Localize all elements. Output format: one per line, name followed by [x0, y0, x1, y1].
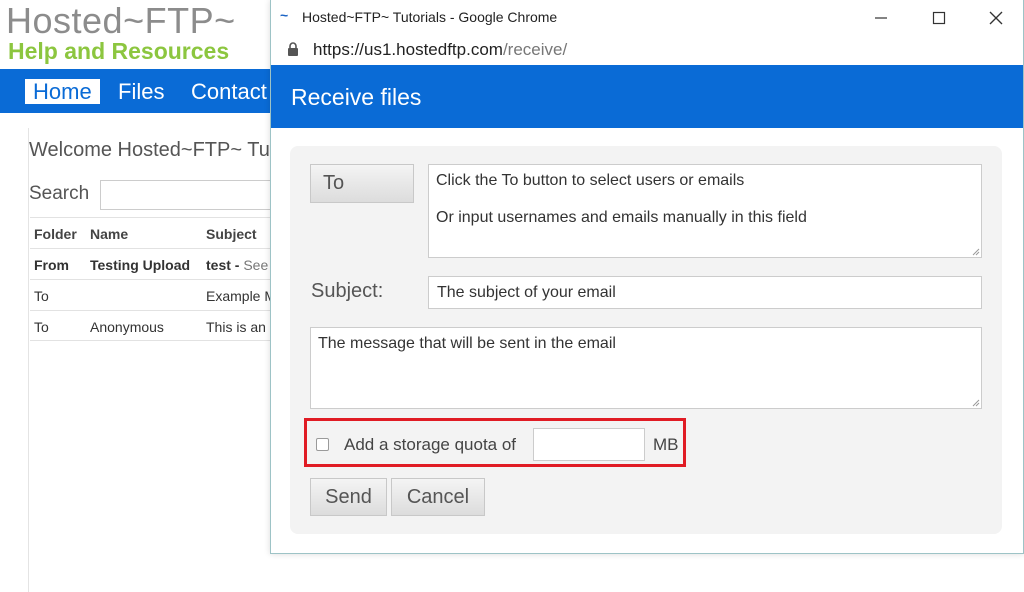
cell-folder: From — [34, 257, 69, 273]
window-title: Hosted~FTP~ Tutorials - Google Chrome — [302, 9, 558, 25]
maximize-button[interactable] — [910, 0, 968, 35]
receive-form: To Click the To button to select users o… — [290, 146, 1002, 534]
dialog-header: Receive files — [271, 65, 1023, 128]
table-row[interactable]: To Anonymous This is an — [30, 310, 280, 341]
cell-name: Testing Upload — [90, 257, 191, 273]
search-input[interactable] — [100, 180, 280, 210]
message-placeholder: The message that will be sent in the ema… — [318, 335, 616, 352]
storage-quota-unit: MB — [653, 435, 679, 454]
header-subject: Subject — [206, 226, 257, 242]
resize-handle-icon[interactable] — [971, 247, 980, 256]
chrome-popup-window: ~ Hosted~FTP~ Tutorials - Google Chrome … — [270, 0, 1024, 554]
send-button[interactable]: Send — [310, 478, 387, 516]
nav-home[interactable]: Home — [25, 79, 100, 104]
logo-title: Hosted~FTP~ — [6, 0, 236, 41]
storage-quota-label: Add a storage quota of — [344, 435, 517, 454]
url-text[interactable]: https://us1.hostedftp.com/receive/ — [313, 40, 567, 60]
header-folder: Folder — [34, 226, 77, 242]
recipients-placeholder-line1: Click the To button to select users or e… — [436, 172, 745, 189]
site-logo[interactable]: Hosted~FTP~ Help and Resources — [6, 0, 236, 64]
site-favicon-icon: ~ — [280, 7, 289, 23]
close-button[interactable] — [967, 0, 1024, 35]
subject-input[interactable]: The subject of your email — [428, 276, 982, 309]
recipients-placeholder-line2: Or input usernames and emails manually i… — [436, 209, 807, 226]
cell-folder: To — [34, 288, 49, 304]
address-bar[interactable]: https://us1.hostedftp.com/receive/ — [271, 35, 1023, 65]
welcome-text: Welcome Hosted~FTP~ Tu — [29, 139, 270, 161]
storage-quota-checkbox[interactable] — [316, 438, 329, 451]
nav-files[interactable]: Files — [118, 79, 164, 104]
search-label: Search — [29, 183, 90, 204]
maximize-icon — [932, 11, 946, 25]
minimize-button[interactable] — [852, 0, 910, 35]
cell-subject: This is an — [206, 319, 266, 335]
to-button[interactable]: To — [310, 164, 414, 203]
message-field[interactable]: The message that will be sent in the ema… — [310, 327, 982, 409]
cell-folder: To — [34, 319, 49, 335]
lock-icon — [288, 42, 298, 56]
screen: Hosted~FTP~ Help and Resources Home File… — [0, 0, 1024, 592]
url-host: https://us1.hostedftp.com — [313, 40, 503, 59]
cell-subject: Example M — [206, 288, 276, 304]
cell-subject: test - See — [206, 257, 276, 273]
recipients-field[interactable]: Click the To button to select users or e… — [428, 164, 982, 258]
resize-handle-icon[interactable] — [971, 398, 980, 407]
table-row[interactable]: To Example M — [30, 279, 280, 310]
window-titlebar[interactable]: ~ Hosted~FTP~ Tutorials - Google Chrome — [271, 0, 1023, 35]
logo-subtitle: Help and Resources — [8, 38, 230, 64]
table-header-row: Folder Name Subject — [30, 217, 280, 248]
nav-contact[interactable]: Contact — [191, 79, 267, 104]
cancel-button[interactable]: Cancel — [391, 478, 485, 516]
close-icon — [989, 11, 1003, 25]
cell-subject-bold: test - — [206, 257, 244, 273]
cell-subject-rest: See — [243, 257, 269, 273]
storage-quota-input[interactable] — [533, 428, 645, 461]
dialog-title: Receive files — [291, 84, 422, 110]
table-row[interactable]: From Testing Upload test - See — [30, 248, 280, 279]
subject-label: Subject: — [311, 280, 384, 302]
header-name: Name — [90, 226, 129, 242]
url-path: /receive/ — [502, 40, 568, 59]
minimize-icon — [875, 17, 887, 19]
storage-quota-highlight: Add a storage quota of MB — [304, 418, 686, 467]
files-table: Folder Name Subject From Testing Upload … — [30, 217, 280, 341]
cell-name: Anonymous — [90, 319, 164, 335]
